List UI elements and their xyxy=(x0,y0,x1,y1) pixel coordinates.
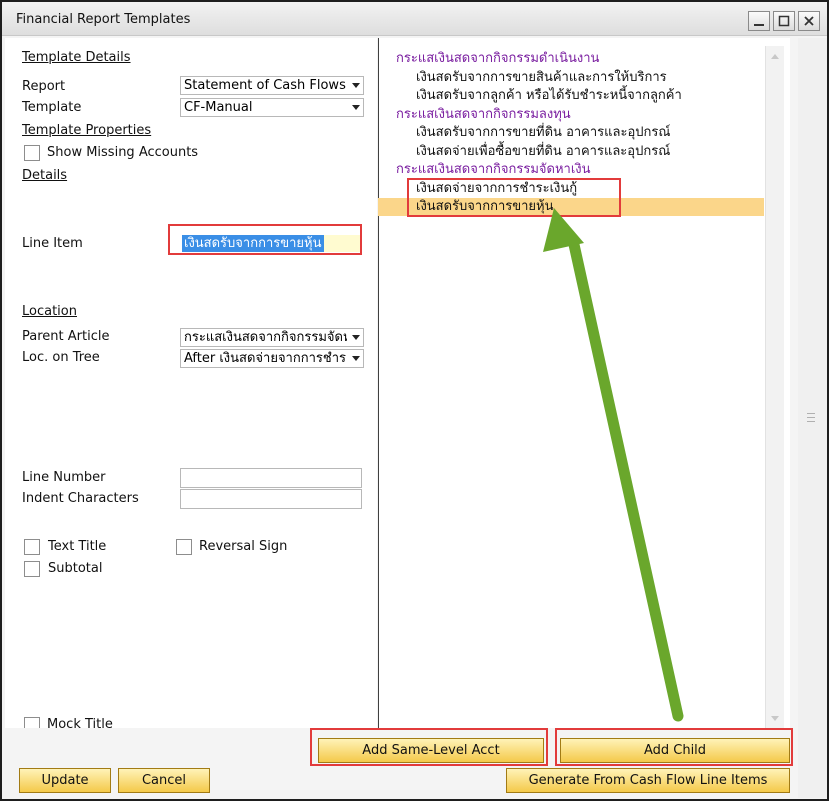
annotation-arrow-icon xyxy=(543,208,684,722)
financial-report-templates-window: Financial Report Templates Template Deta… xyxy=(0,0,829,801)
arrow-shaft xyxy=(567,234,684,722)
